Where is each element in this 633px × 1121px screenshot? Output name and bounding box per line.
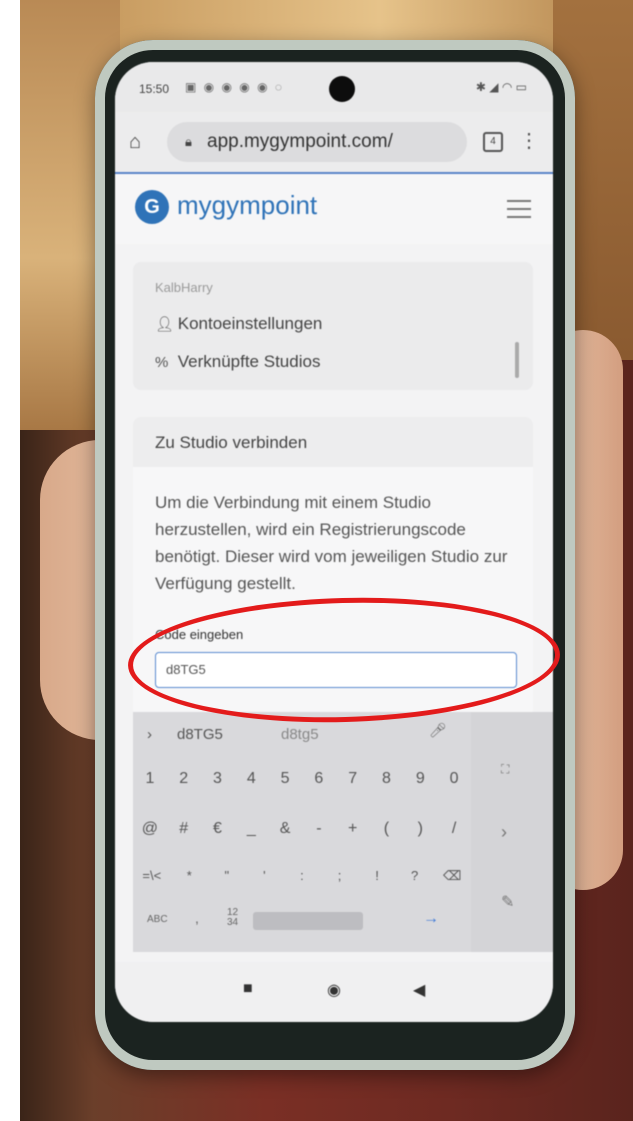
onscreen-keyboard: › d8TG5 d8tg5 🎤︎ 1 2 3 4 5 6 7 8 9 0 @ #… (133, 712, 471, 952)
system-nav-bar: ■ ◉ ◀ (115, 962, 553, 1022)
key[interactable]: : (292, 868, 312, 900)
signal-wifi-battery-icons: ✱ ◢ ◠ ▭ (475, 80, 527, 94)
key[interactable]: 8 (376, 770, 396, 802)
microphone-icon[interactable]: 🎤︎ (429, 722, 447, 739)
space-key[interactable] (253, 912, 363, 930)
nav-item-linked-studios[interactable]: % Verknüpfte Studios (155, 352, 320, 372)
card-header: Zu Studio verbinden (133, 417, 533, 467)
key[interactable]: =\< (142, 868, 162, 900)
status-bar: 15:50 ▣ ◉ ◉ ◉ ◉ ◌ ✱ ◢ ◠ ▭ (115, 62, 553, 112)
key[interactable]: ' (254, 868, 274, 900)
recents-icon[interactable]: ■ (243, 980, 253, 998)
number-layout-bottom: 34 (227, 917, 239, 928)
info-text: Um die Verbindung mit einem Studio herzu… (155, 493, 508, 593)
key[interactable]: 6 (309, 770, 329, 802)
key[interactable]: " (217, 868, 237, 900)
key[interactable]: ( (376, 820, 396, 852)
key[interactable]: 3 (207, 770, 227, 802)
expand-icon[interactable]: ⛶ (501, 762, 509, 777)
suggestion-item[interactable]: d8TG5 (177, 726, 223, 743)
tabs-icon[interactable]: 4 (483, 132, 503, 152)
key[interactable]: * (179, 868, 199, 900)
key[interactable]: 0 (444, 770, 464, 802)
hamburger-menu-icon[interactable] (507, 200, 531, 218)
brand-name[interactable]: mygympoint (177, 190, 317, 221)
smartphone: 15:50 ▣ ◉ ◉ ◉ ◉ ◌ ✱ ◢ ◠ ▭ ⌂ 🔒︎ app.mygym… (95, 40, 575, 1070)
link-icon: % (155, 354, 169, 371)
key[interactable]: 2 (174, 770, 194, 802)
key[interactable]: 4 (241, 770, 261, 802)
keyboard-row-numbers: 1 2 3 4 5 6 7 8 9 0 (133, 770, 471, 802)
key[interactable]: # (174, 820, 194, 852)
back-icon[interactable]: ◀ (413, 980, 425, 1000)
scrollbar[interactable] (515, 342, 519, 378)
card-title: Zu Studio verbinden (155, 433, 308, 452)
browser-toolbar: ⌂ 🔒︎ app.mygympoint.com/ 4 ⋮ (115, 112, 553, 174)
key[interactable]: - (309, 820, 329, 852)
notification-icons: ▣ ◉ ◉ ◉ ◉ ◌ (185, 80, 285, 94)
abc-key[interactable]: ABC (147, 914, 168, 925)
keyboard-side-panel: ⛶ › ✎ (471, 712, 553, 952)
key[interactable]: € (207, 820, 227, 852)
edit-icon[interactable]: ✎ (501, 892, 514, 912)
nav-item-label: Verknüpfte Studios (177, 352, 321, 371)
user-icon: 👤︎ (155, 316, 175, 333)
key[interactable]: @ (140, 820, 160, 852)
key[interactable]: ! (367, 868, 387, 900)
key[interactable]: 1 (140, 770, 160, 802)
url-text: app.mygympoint.com/ (207, 131, 393, 152)
key[interactable]: & (275, 820, 295, 852)
nav-item-account-settings[interactable]: 👤︎ Kontoeinstellungen (155, 314, 322, 334)
enter-arrow-icon[interactable]: → (423, 910, 439, 928)
key[interactable]: / (444, 820, 464, 852)
key[interactable]: 5 (275, 770, 295, 802)
front-camera (329, 76, 355, 102)
key[interactable]: _ (241, 820, 261, 852)
chevron-right-icon[interactable]: › (501, 822, 507, 843)
more-menu-icon[interactable]: ⋮ (519, 128, 539, 153)
phone-screen: 15:50 ▣ ◉ ◉ ◉ ◉ ◌ ✱ ◢ ◠ ▭ ⌂ 🔒︎ app.mygym… (115, 62, 553, 1022)
nav-item-label: Kontoeinstellungen (177, 314, 323, 333)
home-button-icon[interactable]: ◉ (327, 980, 341, 1000)
key[interactable]: ) (410, 820, 430, 852)
lock-icon: 🔒︎ (185, 134, 192, 149)
chevron-right-icon[interactable]: › (147, 726, 152, 743)
home-icon[interactable]: ⌂ (129, 132, 149, 152)
keyboard-row-symbols-2: =\< * " ' : ; ! ? ⌫ (133, 868, 471, 900)
address-bar[interactable]: 🔒︎ app.mygympoint.com/ (167, 122, 467, 162)
key[interactable]: ; (330, 868, 350, 900)
logo-icon[interactable]: G (135, 190, 169, 224)
backspace-icon[interactable]: ⌫ (442, 868, 462, 900)
account-menu-card: KalbHarry 👤︎ Kontoeinstellungen % Verknü… (133, 262, 533, 390)
key[interactable]: 7 (343, 770, 363, 802)
comma-key[interactable]: , (195, 910, 199, 926)
app-header: G mygympoint (115, 174, 553, 244)
suggestion-item[interactable]: d8tg5 (281, 726, 319, 743)
key[interactable]: 9 (410, 770, 430, 802)
key[interactable]: ? (405, 868, 425, 900)
status-time: 15:50 (139, 82, 170, 96)
number-layout-key[interactable]: 12 34 (227, 908, 238, 928)
key[interactable]: + (343, 820, 363, 852)
keyboard-row-symbols: @ # € _ & - + ( ) / (133, 820, 471, 852)
username: KalbHarry (155, 280, 213, 295)
photo-background: 15:50 ▣ ◉ ◉ ◉ ◉ ◌ ✱ ◢ ◠ ▭ ⌂ 🔒︎ app.mygym… (20, 0, 633, 1121)
